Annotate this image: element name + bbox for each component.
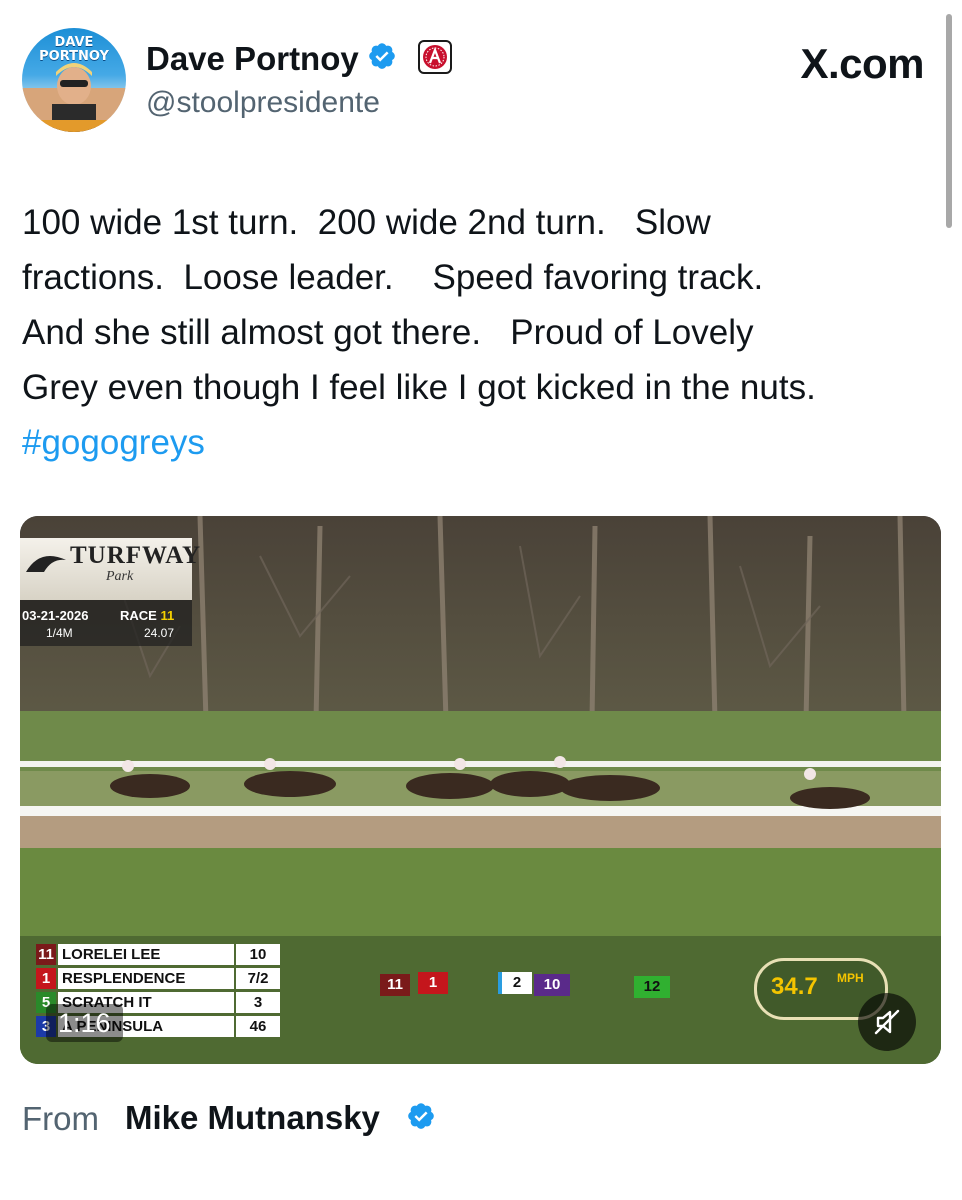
attribution-label: From	[22, 1100, 99, 1137]
tweet-text-line: Grey even though I feel like I got kicke…	[22, 368, 816, 407]
tweet-text: 100 wide 1st turn. 200 wide 2nd turn. Sl…	[22, 195, 937, 470]
race-distance: 1/4M	[46, 626, 73, 640]
tweet-text-line: 100 wide 1st turn. 200 wide 2nd turn. Sl…	[22, 203, 711, 242]
track-name: TURFWAY	[70, 542, 202, 569]
attribution-name[interactable]: Mike Mutnansky	[125, 1099, 380, 1137]
leaderboard-row: 1 RESPLENDENCE 7/2	[36, 968, 280, 989]
position-chip: 11	[380, 974, 410, 996]
user-handle[interactable]: @stoolpresidente	[146, 86, 380, 120]
speed-value: 34.7	[771, 973, 818, 1000]
track-subtitle: Park	[106, 569, 134, 584]
position-chip: 2	[498, 972, 532, 994]
scrollbar[interactable]	[946, 14, 952, 228]
position-chip: 10	[534, 974, 570, 996]
leaderboard-number: 1	[36, 968, 56, 989]
leaderboard-horse: RESPLENDENCE	[58, 968, 234, 989]
muted-speaker-icon	[874, 1009, 900, 1035]
barstool-logo-icon	[423, 45, 447, 69]
leaderboard-odds: 10	[236, 944, 280, 965]
display-name[interactable]: Dave Portnoy	[146, 40, 359, 78]
leaderboard-odds: 3	[236, 992, 280, 1013]
race-date: 03-21-2026	[22, 608, 89, 623]
leaderboard-odds: 46	[236, 1016, 280, 1037]
speed-unit: MPH	[837, 971, 864, 985]
position-chip: 12	[634, 976, 670, 998]
video-duration: 1:16	[46, 1004, 123, 1042]
horse-logo-icon	[26, 556, 66, 572]
video-player[interactable]: TURFWAY Park 03-21-2026 RACE 11 1/4M 24.…	[20, 516, 941, 1064]
site-label: X.com	[800, 40, 924, 87]
race-number: 11	[160, 608, 175, 623]
avatar-portrait	[22, 63, 126, 132]
tweet-text-line: And she still almost got there. Proud of…	[22, 313, 754, 352]
verified-badge-icon	[408, 1103, 434, 1129]
track-logo-overlay: TURFWAY Park 03-21-2026 RACE 11 1/4M 24.…	[20, 538, 200, 646]
leaderboard-horse: LORELEI LEE	[58, 944, 234, 965]
barstool-badge-icon[interactable]	[418, 40, 452, 74]
hashtag-link[interactable]: #gogogreys	[22, 415, 937, 470]
mute-button[interactable]	[858, 993, 916, 1051]
leaderboard-number: 11	[36, 944, 56, 965]
tweet-text-line: fractions. Loose leader. Speed favoring …	[22, 258, 764, 297]
verified-badge-icon	[369, 43, 395, 69]
position-chip: 1	[418, 972, 448, 994]
leaderboard-row: 11 LORELEI LEE 10	[36, 944, 280, 965]
fraction-time: 24.07	[144, 626, 175, 640]
race-label-text: RACE	[120, 608, 157, 623]
leaderboard-odds: 7/2	[236, 968, 280, 989]
track-logo-banner: TURFWAY Park	[20, 538, 200, 600]
race-label: RACE 11	[120, 608, 174, 623]
avatar[interactable]: DAVE PORTNOY	[22, 28, 126, 132]
